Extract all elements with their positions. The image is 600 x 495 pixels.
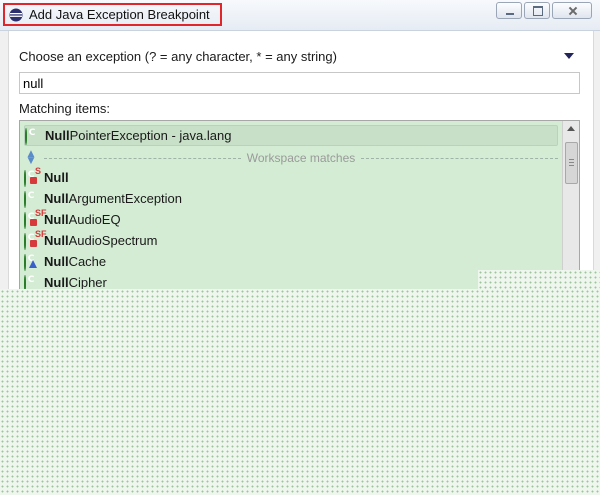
item-match: Null xyxy=(44,275,69,290)
item-rest: AudioSpectrum xyxy=(68,233,158,248)
item-match: Null xyxy=(44,212,69,227)
maximize-button[interactable] xyxy=(524,2,550,19)
minimize-button[interactable] xyxy=(496,2,522,19)
list-item[interactable]: NullPointerException - java.lang xyxy=(24,125,558,146)
scrollbar-thumb[interactable] xyxy=(565,142,578,184)
workspace-separator: ▲ ▼ Workspace matches xyxy=(24,148,558,168)
item-rest: ArgumentException xyxy=(68,191,183,206)
title-highlight: Add Java Exception Breakpoint xyxy=(3,3,222,26)
prompt-label: Choose an exception (? = any character, … xyxy=(19,49,337,64)
item-rest: PointerException - java.lang xyxy=(69,128,232,143)
close-button[interactable] xyxy=(552,2,592,19)
scroll-up-arrow-icon[interactable] xyxy=(567,126,575,131)
view-menu-arrow-icon[interactable] xyxy=(564,53,574,59)
window-title: Add Java Exception Breakpoint xyxy=(29,7,210,22)
separator-line-right xyxy=(361,157,558,159)
title-bar: Add Java Exception Breakpoint xyxy=(0,0,600,31)
item-rest: Cipher xyxy=(68,275,107,290)
separator-line-left xyxy=(44,157,241,159)
transparent-region xyxy=(0,289,600,495)
item-rest: AudioEQ xyxy=(68,212,121,227)
class-icon xyxy=(24,190,38,208)
class-icon xyxy=(24,274,38,292)
matching-items-label: Matching items: xyxy=(19,101,111,116)
abstract-class-icon xyxy=(24,253,38,271)
list-item[interactable]: NullCache xyxy=(24,251,106,272)
item-match: Null xyxy=(44,191,69,206)
list-item[interactable]: SF NullAudioSpectrum xyxy=(24,229,158,251)
item-match: Null xyxy=(44,170,69,185)
static-class-icon: S xyxy=(24,166,41,187)
chevron-up-down-icon: ▲ ▼ xyxy=(27,149,35,166)
static-final-class-icon: SF xyxy=(24,208,47,229)
transparent-region xyxy=(478,270,600,289)
list-item[interactable]: SF NullAudioEQ xyxy=(24,208,121,230)
item-match: Null xyxy=(45,128,70,143)
separator-label: Workspace matches xyxy=(246,151,356,165)
static-final-class-icon: SF xyxy=(24,229,47,250)
list-item[interactable]: S Null xyxy=(24,166,69,188)
list-item[interactable]: NullArgumentException xyxy=(24,188,182,209)
item-rest: Cache xyxy=(68,254,107,269)
item-match: Null xyxy=(44,254,69,269)
class-icon xyxy=(25,127,39,145)
search-input[interactable] xyxy=(19,72,580,94)
item-match: Null xyxy=(44,233,69,248)
eclipse-icon xyxy=(9,8,23,21)
window-controls xyxy=(494,2,592,19)
